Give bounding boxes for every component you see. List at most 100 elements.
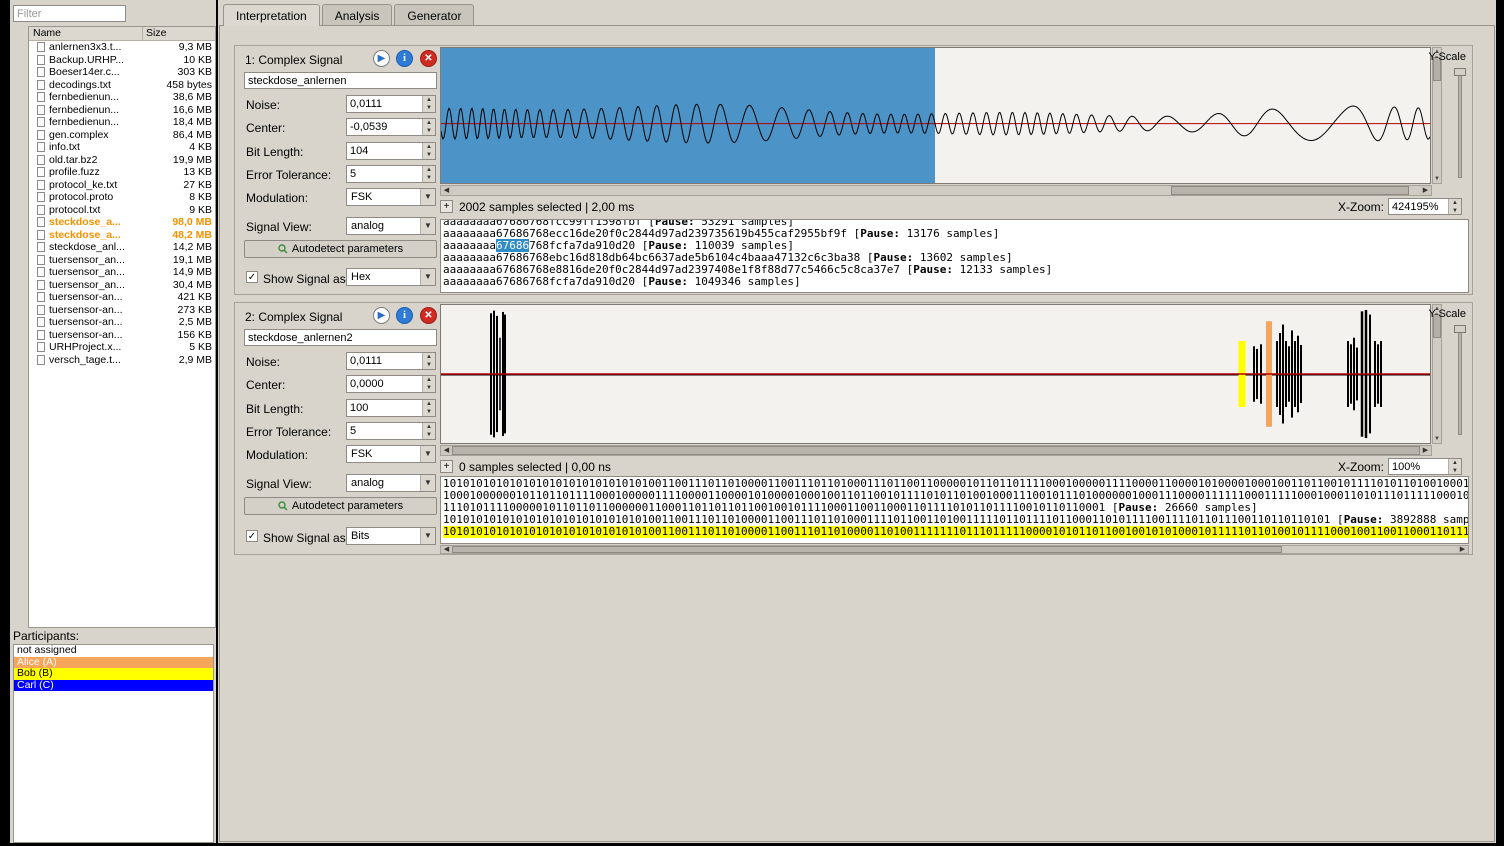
modulation-select[interactable]: FSK ▼ bbox=[346, 188, 436, 206]
participant-row[interactable]: Bob (B) bbox=[14, 667, 213, 680]
spin-down-icon[interactable]: ▼ bbox=[423, 174, 435, 182]
scroll-right-icon[interactable]: ▶ bbox=[1420, 186, 1431, 195]
close-signal-button[interactable]: ✕ bbox=[420, 307, 437, 324]
file-row[interactable]: fernbedienun... 16,6 MB bbox=[29, 104, 215, 117]
show-signal-as-select[interactable]: Hex ▼ bbox=[346, 268, 436, 286]
spin-down-icon[interactable]: ▼ bbox=[423, 151, 435, 159]
noise-spinbox[interactable]: 0,0111 ▲ ▼ bbox=[346, 352, 436, 370]
spin-up-icon[interactable]: ▲ bbox=[1449, 199, 1461, 207]
file-row[interactable]: versch_tage.t... 2,9 MB bbox=[29, 354, 215, 367]
spinner-buttons[interactable]: ▲ ▼ bbox=[422, 119, 435, 135]
file-row[interactable]: steckdose_anl... 14,2 MB bbox=[29, 241, 215, 254]
file-row[interactable]: tuersensor_an... 19,1 MB bbox=[29, 254, 215, 267]
xzoom-spinbox[interactable]: 424195% ▲ ▼ bbox=[1388, 198, 1462, 215]
file-row[interactable]: old.tar.bz2 19,9 MB bbox=[29, 154, 215, 167]
spin-up-icon[interactable]: ▲ bbox=[1449, 459, 1461, 467]
file-row[interactable]: protocol.txt 9 KB bbox=[29, 204, 215, 217]
spin-down-icon[interactable]: ▼ bbox=[423, 384, 435, 392]
file-row[interactable]: tuersensor_an... 30,4 MB bbox=[29, 279, 215, 292]
center-spinbox[interactable]: 0,0000 ▲ ▼ bbox=[346, 375, 436, 393]
spin-down-icon[interactable]: ▼ bbox=[1449, 207, 1461, 215]
file-row[interactable]: tuersensor-an... 156 KB bbox=[29, 329, 215, 342]
tab-generator[interactable]: Generator bbox=[394, 4, 475, 26]
signal-name-input[interactable] bbox=[244, 329, 437, 346]
bit-length-spinbox[interactable]: 100 ▲ ▼ bbox=[346, 399, 436, 417]
waveform-horizontal-scrollbar[interactable]: ◀ ▶ bbox=[440, 445, 1432, 456]
file-row[interactable]: tuersensor_an... 14,9 MB bbox=[29, 266, 215, 279]
autodetect-button[interactable]: Autodetect parameters bbox=[244, 497, 437, 515]
waveform-vertical-scrollbar[interactable]: ▲ ▼ bbox=[1432, 47, 1442, 184]
error-tolerance-spinbox[interactable]: 5 ▲ ▼ bbox=[346, 165, 436, 183]
file-row[interactable]: profile.fuzz 13 KB bbox=[29, 166, 215, 179]
tab-interpretation[interactable]: Interpretation bbox=[223, 4, 320, 26]
spinner-buttons[interactable]: ▲ ▼ bbox=[422, 400, 435, 416]
waveform-horizontal-scrollbar[interactable]: ◀ ▶ bbox=[440, 185, 1432, 196]
spin-up-icon[interactable]: ▲ bbox=[423, 423, 435, 431]
close-signal-button[interactable]: ✕ bbox=[420, 50, 437, 67]
spinner-buttons[interactable]: ▲ ▼ bbox=[422, 96, 435, 112]
show-signal-as-checkbox[interactable]: ✓ bbox=[246, 530, 258, 542]
participant-row[interactable]: not assigned bbox=[14, 644, 213, 657]
file-row[interactable]: steckdose_a... 48,2 MB bbox=[29, 229, 215, 242]
signal-waveform-view[interactable] bbox=[440, 47, 1431, 184]
noise-spinbox[interactable]: 0,0111 ▲ ▼ bbox=[346, 95, 436, 113]
yscale-slider-handle[interactable] bbox=[1454, 68, 1466, 76]
signal-view-select[interactable]: analog ▼ bbox=[346, 474, 436, 492]
signal-waveform-view[interactable] bbox=[440, 304, 1431, 444]
participant-row[interactable]: Carl (C) bbox=[14, 679, 213, 691]
xzoom-spinbox[interactable]: 100% ▲ ▼ bbox=[1388, 458, 1462, 475]
error-tolerance-spinbox[interactable]: 5 ▲ ▼ bbox=[346, 422, 436, 440]
spinner-buttons[interactable]: ▲ ▼ bbox=[422, 166, 435, 182]
hex-message-view[interactable]: aaaaaaaa67686768fcc99ff1598fbf [Pause: 5… bbox=[440, 219, 1469, 293]
show-signal-as-select[interactable]: Bits ▼ bbox=[346, 527, 436, 545]
spin-up-icon[interactable]: ▲ bbox=[423, 376, 435, 384]
add-button[interactable]: + bbox=[440, 200, 453, 213]
spin-up-icon[interactable]: ▲ bbox=[423, 96, 435, 104]
spinner-buttons[interactable]: ▲ ▼ bbox=[422, 376, 435, 392]
center-spinbox[interactable]: -0,0539 ▲ ▼ bbox=[346, 118, 436, 136]
yscale-slider[interactable] bbox=[1458, 68, 1462, 178]
file-row[interactable]: info.txt 4 KB bbox=[29, 141, 215, 154]
file-row[interactable]: Boeser14er.c... 303 KB bbox=[29, 66, 215, 79]
file-row[interactable]: fernbedienun... 18,4 MB bbox=[29, 116, 215, 129]
bits-message-view[interactable]: 1010101010101010101010101010101001100111… bbox=[440, 476, 1469, 544]
file-row[interactable]: fernbedienun... 38,6 MB bbox=[29, 91, 215, 104]
yscale-slider-handle[interactable] bbox=[1454, 325, 1466, 333]
spinner-buttons[interactable]: ▲ ▼ bbox=[1448, 199, 1461, 214]
scrollbar-handle[interactable] bbox=[452, 546, 1282, 553]
scroll-right-icon[interactable]: ▶ bbox=[1457, 546, 1468, 553]
spinner-buttons[interactable]: ▲ ▼ bbox=[1448, 459, 1461, 474]
info-button[interactable]: i bbox=[396, 50, 413, 67]
spin-down-icon[interactable]: ▼ bbox=[423, 361, 435, 369]
signal-name-input[interactable] bbox=[244, 72, 437, 89]
scroll-down-icon[interactable]: ▼ bbox=[1433, 435, 1441, 443]
file-row[interactable]: protocol_ke.txt 27 KB bbox=[29, 179, 215, 192]
spin-down-icon[interactable]: ▼ bbox=[423, 127, 435, 135]
spin-up-icon[interactable]: ▲ bbox=[423, 143, 435, 151]
info-button[interactable]: i bbox=[396, 307, 413, 324]
autodetect-button[interactable]: Autodetect parameters bbox=[244, 240, 437, 258]
message-row[interactable]: 1010101010101010101010101010101001100111… bbox=[443, 526, 1468, 538]
waveform-vertical-scrollbar[interactable]: ▲ ▼ bbox=[1432, 304, 1442, 444]
spin-down-icon[interactable]: ▼ bbox=[1449, 467, 1461, 475]
spin-up-icon[interactable]: ▲ bbox=[423, 119, 435, 127]
scroll-left-icon[interactable]: ◀ bbox=[441, 546, 452, 553]
file-row[interactable]: URHProject.x... 5 KB bbox=[29, 341, 215, 354]
message-horizontal-scrollbar[interactable]: ◀ ▶ bbox=[440, 545, 1469, 554]
message-row[interactable]: aaaaaaaa67686768fcfa7da910d20 [Pause: 10… bbox=[443, 276, 1466, 288]
scrollbar-handle[interactable] bbox=[452, 446, 1420, 455]
yscale-slider[interactable] bbox=[1458, 325, 1462, 435]
scroll-left-icon[interactable]: ◀ bbox=[441, 186, 452, 195]
spin-down-icon[interactable]: ▼ bbox=[423, 431, 435, 439]
play-button[interactable]: ▶ bbox=[373, 307, 390, 324]
tab-analysis[interactable]: Analysis bbox=[321, 4, 393, 26]
spinner-buttons[interactable]: ▲ ▼ bbox=[422, 143, 435, 159]
scroll-left-icon[interactable]: ◀ bbox=[441, 446, 452, 455]
scroll-right-icon[interactable]: ▶ bbox=[1420, 446, 1431, 455]
signal-view-select[interactable]: analog ▼ bbox=[346, 217, 436, 235]
file-row[interactable]: gen.complex 86,4 MB bbox=[29, 129, 215, 142]
file-row[interactable]: tuersensor-an... 273 KB bbox=[29, 304, 215, 317]
spin-up-icon[interactable]: ▲ bbox=[423, 166, 435, 174]
add-button[interactable]: + bbox=[440, 460, 453, 473]
file-row[interactable]: anlernen3x3.t... 9,3 MB bbox=[29, 41, 215, 54]
